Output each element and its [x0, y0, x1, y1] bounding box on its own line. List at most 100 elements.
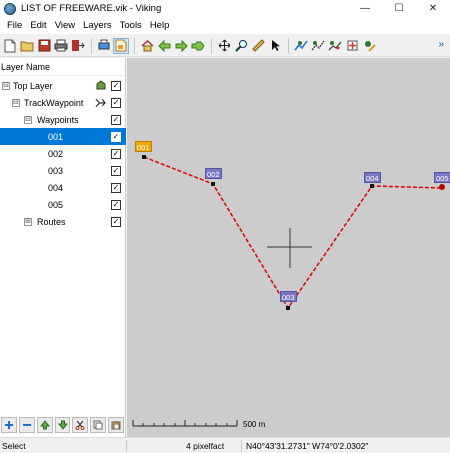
- add-icon[interactable]: [1, 417, 17, 433]
- visibility-checkbox[interactable]: ✓: [111, 80, 121, 91]
- collapse-icon[interactable]: ⊟: [24, 115, 32, 124]
- zoom-icon[interactable]: [233, 38, 249, 54]
- exit-icon[interactable]: [70, 38, 86, 54]
- waypoint-marker[interactable]: [142, 155, 146, 159]
- tree-row-waypoints[interactable]: ⊟ Waypoints ✓: [0, 111, 126, 128]
- menu-tools[interactable]: Tools: [116, 20, 146, 31]
- window-title: LIST OF FREEWARE.vik - Viking: [21, 3, 162, 14]
- minimize-button[interactable]: —: [348, 0, 382, 17]
- scale-label: 500 m: [243, 420, 266, 429]
- collapse-icon[interactable]: ⊟: [12, 98, 20, 107]
- edit-waypoint-icon[interactable]: [361, 38, 377, 54]
- toolbar-separator: [91, 37, 92, 54]
- toolbar: »: [0, 35, 450, 57]
- visibility-checkbox[interactable]: ✓: [111, 148, 121, 159]
- status-tool: Select: [2, 441, 26, 451]
- window-controls: — ☐ ✕: [348, 0, 450, 17]
- tree-row-top-layer[interactable]: ⊟ Top Layer ✓: [0, 77, 126, 94]
- back-icon[interactable]: [156, 38, 172, 54]
- home-icon[interactable]: [139, 38, 155, 54]
- tree-row-waypoint-001[interactable]: 001 ✓: [0, 128, 126, 145]
- scale-bar: [132, 420, 238, 427]
- layers-panel: Layer Name ⊟ Top Layer ✓ ⊟ TrackWaypoint…: [0, 58, 126, 437]
- tree-row-label: 004: [48, 182, 64, 193]
- ruler-icon[interactable]: [250, 38, 266, 54]
- collapse-icon[interactable]: ⊟: [2, 81, 10, 90]
- tree-row-label: 005: [48, 199, 64, 210]
- waypoint-marker[interactable]: [439, 184, 445, 190]
- toolbar-overflow-button[interactable]: »: [438, 39, 444, 50]
- move-down-icon[interactable]: [54, 417, 71, 433]
- waypoint-label-002[interactable]: 002: [205, 168, 222, 179]
- forward-icon[interactable]: [173, 38, 189, 54]
- edit-trackpoint-icon[interactable]: [327, 38, 343, 54]
- toolbar-separator: [211, 37, 212, 54]
- layers-toolbar: [0, 415, 126, 435]
- goto-icon[interactable]: [190, 38, 206, 54]
- menu-edit[interactable]: Edit: [26, 20, 50, 31]
- waypoint-label-003[interactable]: 003: [280, 291, 297, 302]
- tree-row-routes[interactable]: ⊞ Routes ✓: [0, 213, 126, 230]
- map-center-crosshair: [267, 228, 312, 268]
- create-route-icon[interactable]: [310, 38, 326, 54]
- status-divider: [126, 440, 127, 452]
- copy-icon[interactable]: [90, 417, 107, 433]
- paste-icon[interactable]: [108, 417, 125, 433]
- tree-row-waypoint-004[interactable]: 004 ✓: [0, 179, 126, 196]
- menu-help[interactable]: Help: [146, 20, 174, 31]
- menu-file[interactable]: File: [3, 20, 26, 31]
- tree-row-label: Routes: [37, 216, 66, 227]
- status-coordinates: N40°43'31.2731" W74°0'2.0302": [246, 441, 369, 451]
- tree-row-label: 002: [48, 148, 64, 159]
- cut-icon[interactable]: [72, 417, 89, 433]
- tree-row-waypoint-003[interactable]: 003 ✓: [0, 162, 126, 179]
- layers-column-header: Layer Name: [0, 58, 125, 76]
- waypoint-marker[interactable]: [286, 306, 290, 310]
- status-zoom: 4 pixelfact: [186, 441, 225, 451]
- tree-row-label: Waypoints: [37, 114, 79, 125]
- pan-icon[interactable]: [216, 38, 232, 54]
- tree-row-label: 003: [48, 165, 64, 176]
- menu-bar: File Edit View Layers Tools Help: [0, 17, 450, 34]
- waypoint-label-001[interactable]: 001: [135, 141, 152, 152]
- create-track-icon[interactable]: [293, 38, 309, 54]
- visibility-checkbox[interactable]: ✓: [111, 216, 121, 227]
- print-preview-icon[interactable]: [96, 38, 112, 54]
- tree-row-label: TrackWaypoint: [24, 97, 84, 108]
- create-waypoint-icon[interactable]: [344, 38, 360, 54]
- menu-view[interactable]: View: [51, 20, 79, 31]
- tree-row-label: 001: [48, 131, 64, 142]
- tree-row-trackwaypoint[interactable]: ⊟ TrackWaypoint ✓: [0, 94, 126, 111]
- map-viewport[interactable]: 001 002 003 004 005 500 m: [127, 58, 450, 437]
- expand-icon[interactable]: ⊞: [24, 217, 32, 226]
- visibility-checkbox[interactable]: ✓: [111, 165, 121, 176]
- waypoint-label-004[interactable]: 004: [364, 172, 381, 183]
- save-icon[interactable]: [36, 38, 52, 54]
- open-folder-icon[interactable]: [19, 38, 35, 54]
- move-up-icon[interactable]: [36, 417, 53, 433]
- print-icon[interactable]: [53, 38, 69, 54]
- tree-row-waypoint-002[interactable]: 002 ✓: [0, 145, 126, 162]
- visibility-checkbox[interactable]: ✓: [111, 114, 121, 125]
- tree-row-label: Top Layer: [13, 80, 53, 91]
- waypoint-marker[interactable]: [211, 182, 215, 186]
- waypoint-label-005[interactable]: 005: [434, 172, 450, 183]
- new-file-icon[interactable]: [2, 38, 18, 54]
- menu-layers[interactable]: Layers: [79, 20, 116, 31]
- remove-icon[interactable]: [18, 417, 35, 433]
- route-line[interactable]: [143, 156, 444, 310]
- map-canvas[interactable]: [127, 58, 450, 437]
- visibility-checkbox[interactable]: ✓: [111, 97, 121, 108]
- select-icon[interactable]: [267, 38, 283, 54]
- visibility-checkbox[interactable]: ✓: [111, 182, 121, 193]
- visibility-checkbox[interactable]: ✓: [111, 131, 121, 142]
- waypoint-marker[interactable]: [370, 184, 374, 188]
- title-bar: LIST OF FREEWARE.vik - Viking — ☐ ✕: [0, 0, 450, 17]
- visibility-checkbox[interactable]: ✓: [111, 199, 121, 210]
- toolbar-separator: [134, 37, 135, 54]
- tree-row-waypoint-005[interactable]: 005 ✓: [0, 196, 126, 213]
- maximize-button[interactable]: ☐: [382, 0, 416, 17]
- toolbar-separator: [288, 37, 289, 54]
- layer-props-icon[interactable]: [113, 37, 129, 54]
- close-button[interactable]: ✕: [416, 0, 450, 17]
